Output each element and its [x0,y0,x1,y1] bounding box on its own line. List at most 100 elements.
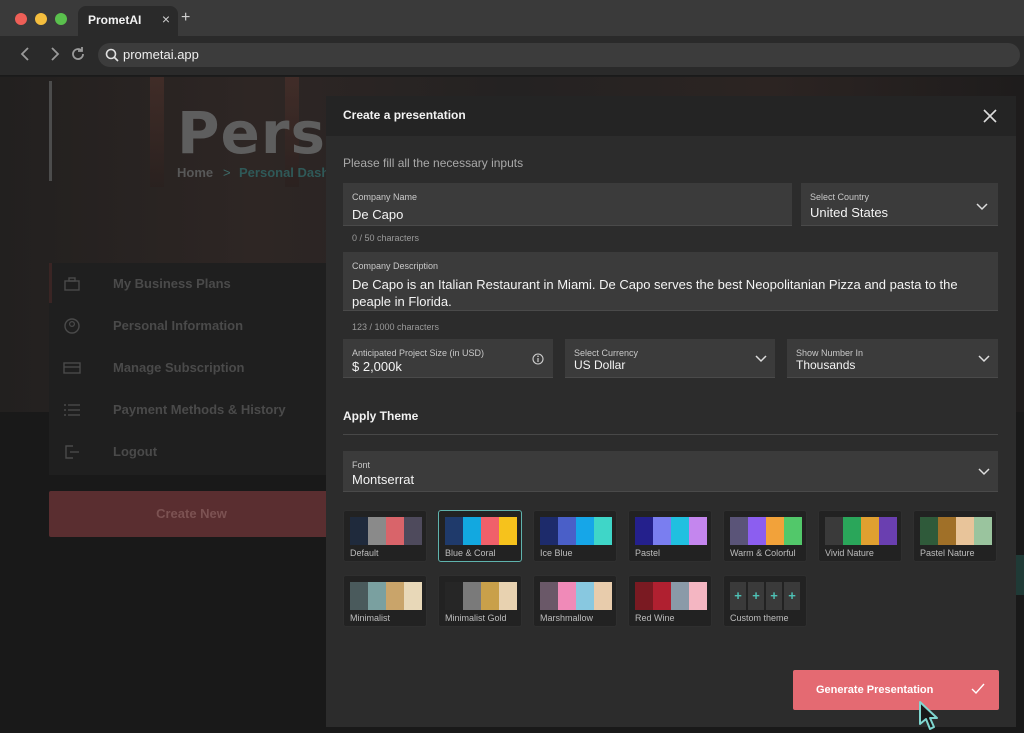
create-new-button[interactable]: Create New [49,491,334,537]
info-icon[interactable] [532,353,544,365]
theme-option[interactable]: Ice Blue [533,510,617,562]
color-swatch [576,582,594,610]
url-text: prometai.app [123,47,199,62]
maximize-window-button[interactable] [55,13,67,25]
theme-option[interactable]: + + + + Custom theme [723,575,807,627]
color-swatch [689,517,707,545]
theme-option[interactable]: Pastel [628,510,712,562]
theme-name: Pastel [635,548,661,558]
color-swatch [730,517,748,545]
company-description-label: Company Description [352,261,439,271]
list-icon [64,404,80,416]
color-swatch [386,582,404,610]
font-label: Font [352,460,371,470]
hero-lamp [150,77,164,187]
theme-option[interactable]: Pastel Nature [913,510,997,562]
color-swatch [368,517,386,545]
chevron-down-icon [978,355,990,363]
color-swatch [350,582,368,610]
search-icon [105,48,119,62]
theme-name: Red Wine [635,613,675,623]
generate-presentation-label: Generate Presentation [816,684,934,696]
company-description-field[interactable]: Company Description De Capo is an Italia… [343,252,998,311]
address-bar[interactable]: prometai.app [98,43,1020,67]
currency-select[interactable]: Select Currency US Dollar [565,339,775,378]
country-label: Select Country [810,192,870,202]
minimize-window-button[interactable] [35,13,47,25]
plus-icon[interactable]: + [766,582,782,610]
company-name-field[interactable]: Company Name De Capo [343,183,792,226]
theme-swatches [635,582,707,610]
number-format-select[interactable]: Show Number In Thousands [787,339,998,378]
forward-icon[interactable] [44,44,64,64]
color-swatch [653,582,671,610]
color-swatch [843,517,861,545]
breadcrumb-home[interactable]: Home [177,165,213,180]
theme-name: Marshmallow [540,613,594,623]
font-value: Montserrat [352,472,415,487]
color-swatch [748,517,766,545]
theme-name: Pastel Nature [920,548,975,558]
new-tab-button[interactable]: + [181,9,190,27]
plus-icon[interactable]: + [748,582,764,610]
country-select[interactable]: Select Country United States [801,183,998,226]
theme-name: Warm & Colorful [730,548,796,558]
plus-icon[interactable]: + [784,582,800,610]
hero-divider [49,81,52,181]
color-swatch [671,517,689,545]
color-swatch [974,517,992,545]
theme-option[interactable]: Warm & Colorful [723,510,807,562]
theme-option[interactable]: Vivid Nature [818,510,902,562]
theme-swatches [445,582,517,610]
theme-option[interactable]: Blue & Coral [438,510,522,562]
color-swatch [481,582,499,610]
number-format-value: Thousands [796,358,856,372]
color-swatch [653,517,671,545]
breadcrumb-current: Personal Dashb [239,165,338,180]
color-swatch [540,517,558,545]
color-swatch [766,517,784,545]
theme-option[interactable]: Minimalist [343,575,427,627]
currency-label: Select Currency [574,348,639,358]
color-swatch [404,517,422,545]
tab-close-icon[interactable]: × [162,11,170,27]
close-icon[interactable] [981,107,999,125]
apply-theme-heading: Apply Theme [343,409,419,423]
theme-option[interactable]: Red Wine [628,575,712,627]
color-swatch [956,517,974,545]
sidebar-item-payment-methods[interactable]: Payment Methods & History [49,389,334,431]
theme-option[interactable]: Minimalist Gold [438,575,522,627]
close-window-button[interactable] [15,13,27,25]
color-swatch [879,517,897,545]
sidebar-item-label: Logout [113,444,158,459]
reload-icon[interactable] [68,44,88,64]
back-icon[interactable] [16,44,36,64]
generate-presentation-button[interactable]: Generate Presentation [793,670,999,710]
sidebar-item-logout[interactable]: Logout [49,431,334,473]
color-swatch [463,517,481,545]
theme-name: Blue & Coral [445,548,496,558]
theme-option[interactable]: Default [343,510,427,562]
user-icon [64,318,80,334]
sidebar-item-label: Payment Methods & History [113,402,286,417]
theme-swatches [825,517,897,545]
browser-toolbar: prometai.app [0,36,1024,76]
sidebar-item-subscription[interactable]: Manage Subscription [49,347,334,389]
modal-subtitle: Please fill all the necessary inputs [343,156,524,170]
briefcase-icon [64,277,80,291]
font-select[interactable]: Font Montserrat [343,451,998,492]
tab-title: PrometAI [88,13,142,27]
theme-swatches [920,517,992,545]
sidebar-item-personal-info[interactable]: Personal Information [49,305,334,347]
company-description-counter: 123 / 1000 characters [352,322,440,332]
mouse-cursor-icon [919,701,938,730]
theme-option[interactable]: Marshmallow [533,575,617,627]
chevron-down-icon [755,355,767,363]
sidebar-item-label: Manage Subscription [113,360,245,375]
sidebar-item-business-plans[interactable]: My Business Plans [49,263,334,305]
browser-tab[interactable]: PrometAI × [78,6,178,36]
color-swatch [576,517,594,545]
plus-icon[interactable]: + [730,582,746,610]
color-swatch [386,517,404,545]
project-size-field[interactable]: Anticipated Project Size (in USD) $ 2,00… [343,339,553,378]
